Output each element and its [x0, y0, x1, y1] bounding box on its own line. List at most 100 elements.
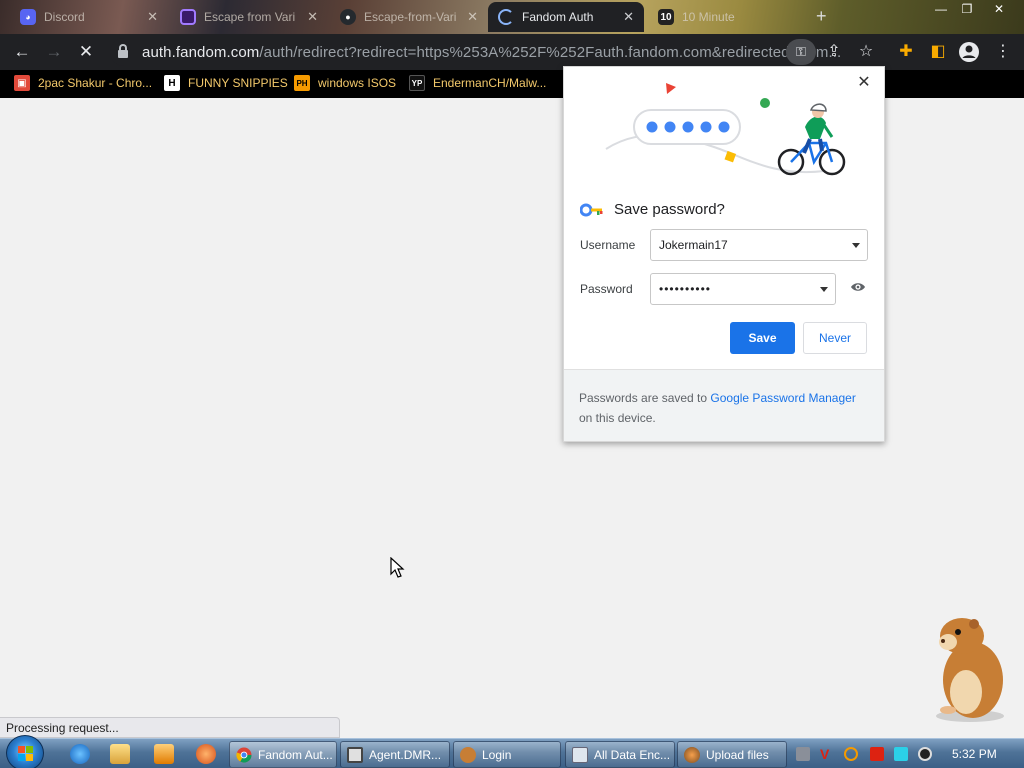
tray-speaker-icon[interactable] [918, 747, 932, 761]
dialog-header: Save password? [580, 201, 725, 218]
url-text[interactable]: auth.fandom.com/auth/redirect?redirect=h… [142, 44, 841, 61]
window-icon [347, 746, 363, 763]
sidepanel-icon[interactable]: ◧ [927, 41, 949, 63]
tab-title: 10 Minute [682, 10, 735, 24]
bookmark-2pac[interactable]: ▣ 2pac Shakur - Chro... [14, 75, 152, 91]
password-value: •••••••••• [659, 282, 712, 296]
bookmark-funny-snippies[interactable]: H FUNNY SNIPPIES [164, 75, 288, 91]
restore-button[interactable]: ❐ [952, 0, 982, 18]
bookmark-ph-icon: PH [294, 75, 310, 91]
username-value: Jokermain17 [659, 238, 728, 252]
hamster-desktop-pet-icon [936, 618, 1004, 722]
start-button[interactable] [6, 735, 44, 768]
key-icon[interactable]: ⚿ [786, 39, 816, 65]
explorer-folder-icon[interactable] [110, 744, 130, 764]
tab-title: Fandom Auth [522, 10, 594, 24]
share-icon[interactable]: ⇪ [823, 41, 845, 63]
profile-avatar-icon[interactable] [958, 41, 980, 70]
footer-text: Passwords are saved to [579, 391, 711, 405]
tab-close-icon[interactable]: ✕ [467, 9, 478, 25]
mouse-cursor-icon [390, 557, 405, 578]
extensions-icon[interactable]: ✚ [895, 41, 917, 63]
dialog-title: Save password? [614, 201, 725, 218]
status-bar: Processing request... [0, 717, 340, 738]
browser-toolbar: ← → ✕ auth.fandom.com/auth/redirect?redi… [0, 34, 1024, 70]
github-icon: ● [340, 9, 356, 25]
bookmark-label: windows ISOS [318, 76, 397, 90]
bookmark-gift-icon: ▣ [14, 75, 30, 91]
tray-flag-icon[interactable] [870, 747, 884, 761]
taskbar-item-label: Upload files [706, 747, 769, 762]
never-button[interactable]: Never [803, 322, 867, 354]
taskbar-item-login[interactable]: Login [453, 741, 561, 768]
bike-illustration-icon [605, 83, 846, 176]
tray-search-icon[interactable] [844, 747, 858, 761]
bookmark-label: 2pac Shakur - Chro... [38, 76, 153, 90]
windows-taskbar: Fandom Aut... Agent.DMR... Login All Dat… [0, 735, 1024, 768]
menu-icon[interactable]: ⋮ [992, 41, 1014, 63]
tray-monitor-icon[interactable] [894, 747, 908, 761]
taskbar-item-label: Agent.DMR... [369, 747, 442, 762]
bookmark-windows-isos[interactable]: PH windows ISOS [294, 75, 396, 91]
save-button[interactable]: Save [730, 322, 795, 354]
bookmark-endermanch[interactable]: YP EndermanCH/Malw... [409, 75, 546, 91]
bookmark-label: EndermanCH/Malw... [433, 76, 547, 90]
media-player-icon[interactable] [154, 744, 174, 764]
back-button[interactable]: ← [12, 42, 32, 62]
internet-explorer-icon[interactable] [70, 744, 90, 764]
footer-text-end: on this device. [579, 411, 656, 425]
taskbar-item-agent-dmr[interactable]: Agent.DMR... [340, 741, 450, 768]
close-icon[interactable]: ✕ [854, 73, 874, 93]
tab-strip: ◕ Discord ✕ Escape from Vari ✕ ● Escape-… [0, 0, 1024, 34]
tab-close-icon[interactable]: ✕ [307, 9, 318, 25]
tab-title: Escape-from-Vari [364, 10, 457, 24]
tab-ten-minute[interactable]: 10 10 Minute [648, 2, 808, 32]
chevron-down-icon[interactable] [820, 287, 828, 292]
star-icon[interactable]: ☆ [855, 41, 877, 63]
tab-title: Discord [44, 10, 85, 24]
loading-icon [498, 9, 514, 25]
dialog-footer: Passwords are saved to Google Password M… [564, 369, 884, 441]
lock-icon[interactable] [118, 44, 128, 58]
chevron-down-icon[interactable] [852, 243, 860, 248]
tab-fandom-auth[interactable]: Fandom Auth ✕ [488, 2, 644, 32]
tab-escape-from-vari[interactable]: Escape from Vari ✕ [170, 2, 328, 32]
tab-title: Escape from Vari [204, 10, 296, 24]
screen: ◕ Discord ✕ Escape from Vari ✕ ● Escape-… [0, 0, 1024, 768]
address-bar[interactable]: auth.fandom.com/auth/redirect?redirect=h… [110, 38, 841, 66]
tray-app-icon[interactable] [796, 747, 810, 761]
tab-close-icon[interactable]: ✕ [623, 9, 634, 25]
show-password-eye-icon[interactable] [850, 281, 866, 293]
close-window-button[interactable]: ✕ [984, 0, 1014, 18]
bookmark-yp-icon: YP [409, 75, 425, 91]
app-flame-icon[interactable] [196, 744, 216, 764]
taskbar-item-fandom-auth[interactable]: Fandom Aut... [229, 741, 337, 768]
forward-button[interactable]: → [44, 42, 64, 62]
password-manager-link[interactable]: Google Password Manager [710, 391, 855, 405]
taskbar-item-label: Fandom Aut... [258, 747, 333, 762]
taskbar-item-upload-files[interactable]: Upload files [677, 741, 787, 768]
google-key-icon [580, 203, 603, 216]
tray-v-icon[interactable]: V [820, 747, 834, 761]
upload-app-icon [684, 746, 700, 763]
taskbar-item-label: Login [482, 747, 512, 762]
save-password-dialog: ✕ Save password? Username Jokermain17 Pa… [563, 66, 885, 442]
tab-github[interactable]: ● Escape-from-Vari ✕ [330, 2, 488, 32]
discord-icon: ◕ [20, 9, 36, 25]
stop-loading-button[interactable]: ✕ [76, 42, 96, 62]
password-label: Password [580, 282, 633, 296]
new-tab-button[interactable]: + [816, 6, 827, 27]
username-field[interactable]: Jokermain17 [650, 229, 868, 261]
tab-discord[interactable]: ◕ Discord ✕ [10, 2, 168, 32]
taskbar-item-all-data[interactable]: All Data Enc... [565, 741, 675, 768]
escape-icon [180, 9, 196, 25]
chrome-icon [236, 747, 252, 763]
hamster-app-icon [460, 746, 476, 763]
bookmark-label: FUNNY SNIPPIES [188, 76, 288, 90]
bookmark-h-icon: H [164, 75, 180, 91]
folder-window-icon [572, 746, 588, 763]
clock[interactable]: 5:32 PM [952, 747, 997, 761]
password-field[interactable]: •••••••••• [650, 273, 836, 305]
tab-close-icon[interactable]: ✕ [147, 9, 158, 25]
taskbar-item-label: All Data Enc... [594, 747, 671, 762]
